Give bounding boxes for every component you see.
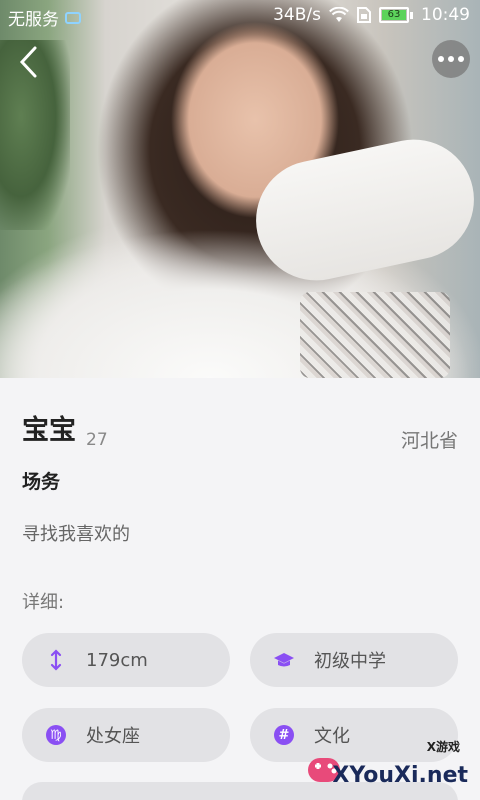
battery-icon: 63 xyxy=(379,7,413,23)
carrier-text: 无服务 xyxy=(8,10,59,30)
more-dot-icon xyxy=(458,56,464,62)
chevron-left-icon xyxy=(19,46,37,78)
profile-age: 27 xyxy=(86,430,108,450)
profile-name: 宝宝 xyxy=(22,415,76,446)
back-button[interactable] xyxy=(8,42,48,82)
detail-education-text: 初级中学 xyxy=(314,651,386,672)
zodiac-virgo-icon: ♍ xyxy=(44,723,68,747)
more-options-button[interactable] xyxy=(432,40,470,78)
hashtag-icon: # xyxy=(272,723,296,747)
profile-job: 场务 xyxy=(22,471,61,493)
height-icon xyxy=(44,648,68,672)
battery-level: 63 xyxy=(382,10,406,20)
network-speed: 34B/s xyxy=(273,5,321,25)
watermark-big-text: XYouXi.net xyxy=(332,763,468,788)
clock: 10:49 xyxy=(421,5,470,25)
more-dot-icon xyxy=(448,56,454,62)
wifi-icon xyxy=(329,7,349,22)
profile-screen: 无服务 34B/s 63 10:49 宝宝 27 河北省 场务 寻找我喜欢的 详… xyxy=(0,0,480,800)
sim-card-icon xyxy=(357,7,371,23)
detail-chip-education: 初级中学 xyxy=(250,633,458,687)
sim-icon xyxy=(65,11,81,24)
watermark-small-text: X游戏 xyxy=(426,740,460,754)
detail-height-text: 179cm xyxy=(86,649,148,671)
detail-zodiac-text: 处女座 xyxy=(86,726,140,747)
profile-location: 河北省 xyxy=(400,430,458,452)
profile-photo[interactable] xyxy=(0,0,480,378)
graduation-cap-icon xyxy=(272,648,296,672)
more-dot-icon xyxy=(438,56,444,62)
details-label: 详细: xyxy=(22,592,65,613)
detail-chip-height: 179cm xyxy=(22,633,230,687)
photo-sleeve-pattern xyxy=(300,292,450,378)
status-bar: 无服务 34B/s 63 10:49 xyxy=(0,0,480,32)
profile-bio: 寻找我喜欢的 xyxy=(22,524,130,545)
watermark: X游戏 XYouXi.net xyxy=(298,734,474,794)
detail-chip-zodiac: ♍ 处女座 xyxy=(22,708,230,762)
